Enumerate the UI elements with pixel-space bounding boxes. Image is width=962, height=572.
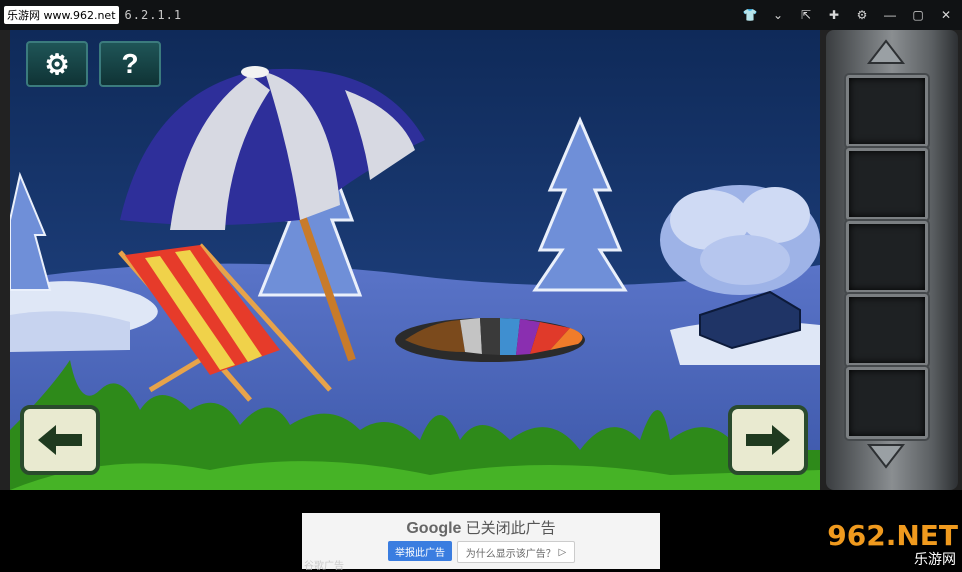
inventory-slot[interactable] [846, 294, 928, 366]
inventory-slot[interactable] [846, 221, 928, 293]
arrow-right-icon [746, 425, 790, 455]
ad-banner: Google 已关闭此广告 举报此广告 为什么显示该广告？ ▷ 谷歌广告 [302, 513, 660, 572]
nav-right-button[interactable] [728, 405, 808, 475]
play-icon: ▷ [555, 546, 567, 558]
ad-closed-text: 已关闭此广告 [465, 520, 556, 537]
help-label: ? [121, 48, 139, 79]
pin-icon[interactable]: ⇱ [796, 5, 816, 25]
minimize-icon[interactable]: — [880, 5, 900, 25]
app-version: 6.2.1.1 [124, 8, 183, 22]
game-area: ⚙ ? [0, 30, 962, 490]
color-hole [395, 318, 585, 362]
arrow-left-icon [38, 425, 82, 455]
game-scene[interactable] [10, 30, 820, 490]
why-ad-button[interactable]: 为什么显示该广告？ ▷ [457, 541, 575, 563]
triangle-up-icon[interactable] [866, 38, 906, 66]
shirt-icon[interactable]: 👕 [740, 5, 760, 25]
triangle-down-icon[interactable] [866, 442, 906, 470]
logo-text: 962.NET [827, 519, 958, 552]
gear-icon: ⚙ [44, 48, 70, 80]
help-button[interactable]: ? [99, 41, 161, 87]
settings-button[interactable]: ⚙ [26, 41, 88, 87]
maximize-icon[interactable]: ▢ [908, 5, 928, 25]
report-ad-button[interactable]: 举报此广告 [388, 541, 452, 561]
inventory-slot[interactable] [846, 148, 928, 220]
why-ad-label: 为什么显示该广告？ [465, 548, 556, 560]
inventory-slot[interactable] [846, 367, 928, 439]
site-badge: 乐游网 www.962.net [4, 6, 119, 24]
ad-heading: Google 已关闭此广告 [302, 517, 660, 538]
nav-left-button[interactable] [20, 405, 100, 475]
logo-sub: 乐游网 [914, 552, 956, 568]
close-icon[interactable]: ✕ [936, 5, 956, 25]
title-bar: 乐游网 www.962.net 6.2.1.1 👕 ⌄ ⇱ ✚ ⚙ — ▢ ✕ [0, 0, 962, 30]
inventory-panel [826, 30, 958, 490]
snowy-bush [660, 185, 820, 295]
chevron-down-icon[interactable]: ⌄ [768, 5, 788, 25]
gear-icon[interactable]: ⚙ [852, 5, 872, 25]
inventory-slot[interactable] [846, 75, 928, 147]
puzzle-icon[interactable]: ✚ [824, 5, 844, 25]
site-logo: 962.NET 乐游网 [818, 519, 958, 568]
ad-footer: 谷歌广告 [304, 561, 344, 572]
google-label: Google [406, 520, 462, 537]
